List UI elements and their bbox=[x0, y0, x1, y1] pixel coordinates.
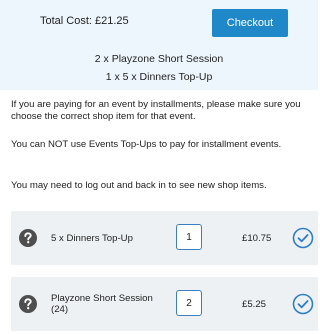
item-price: £5.25 bbox=[242, 299, 267, 310]
check-circle-icon[interactable] bbox=[292, 227, 314, 249]
quantity-input[interactable] bbox=[176, 224, 202, 250]
question-circle-icon[interactable] bbox=[19, 295, 37, 313]
item-name: 5 x Dinners Top-Up bbox=[51, 233, 133, 244]
check-circle-icon[interactable] bbox=[292, 293, 314, 315]
item-name: Playzone Short Session (24) bbox=[51, 293, 153, 315]
cart-summary: Total Cost: £21.25 Checkout 2 x Playzone… bbox=[0, 0, 318, 90]
shop-item: Playzone Short Session (24) £5.25 bbox=[11, 277, 318, 331]
cart-line: 1 x 5 x Dinners Top-Up bbox=[105, 71, 213, 83]
shop-item: 5 x Dinners Top-Up £10.75 bbox=[11, 211, 318, 265]
checkout-button[interactable]: Checkout bbox=[212, 9, 288, 37]
quantity-input[interactable] bbox=[176, 290, 202, 316]
topup-notice: You can NOT use Events Top-Ups to pay fo… bbox=[11, 139, 282, 150]
question-circle-icon[interactable] bbox=[19, 229, 37, 247]
total-cost: Total Cost: £21.25 bbox=[40, 15, 129, 27]
item-price: £10.75 bbox=[242, 233, 272, 244]
relogin-notice: You may need to log out and back in to s… bbox=[11, 180, 267, 191]
cart-line: 2 x Playzone Short Session bbox=[94, 53, 224, 65]
installments-notice: If you are paying for an event by instal… bbox=[11, 99, 301, 122]
